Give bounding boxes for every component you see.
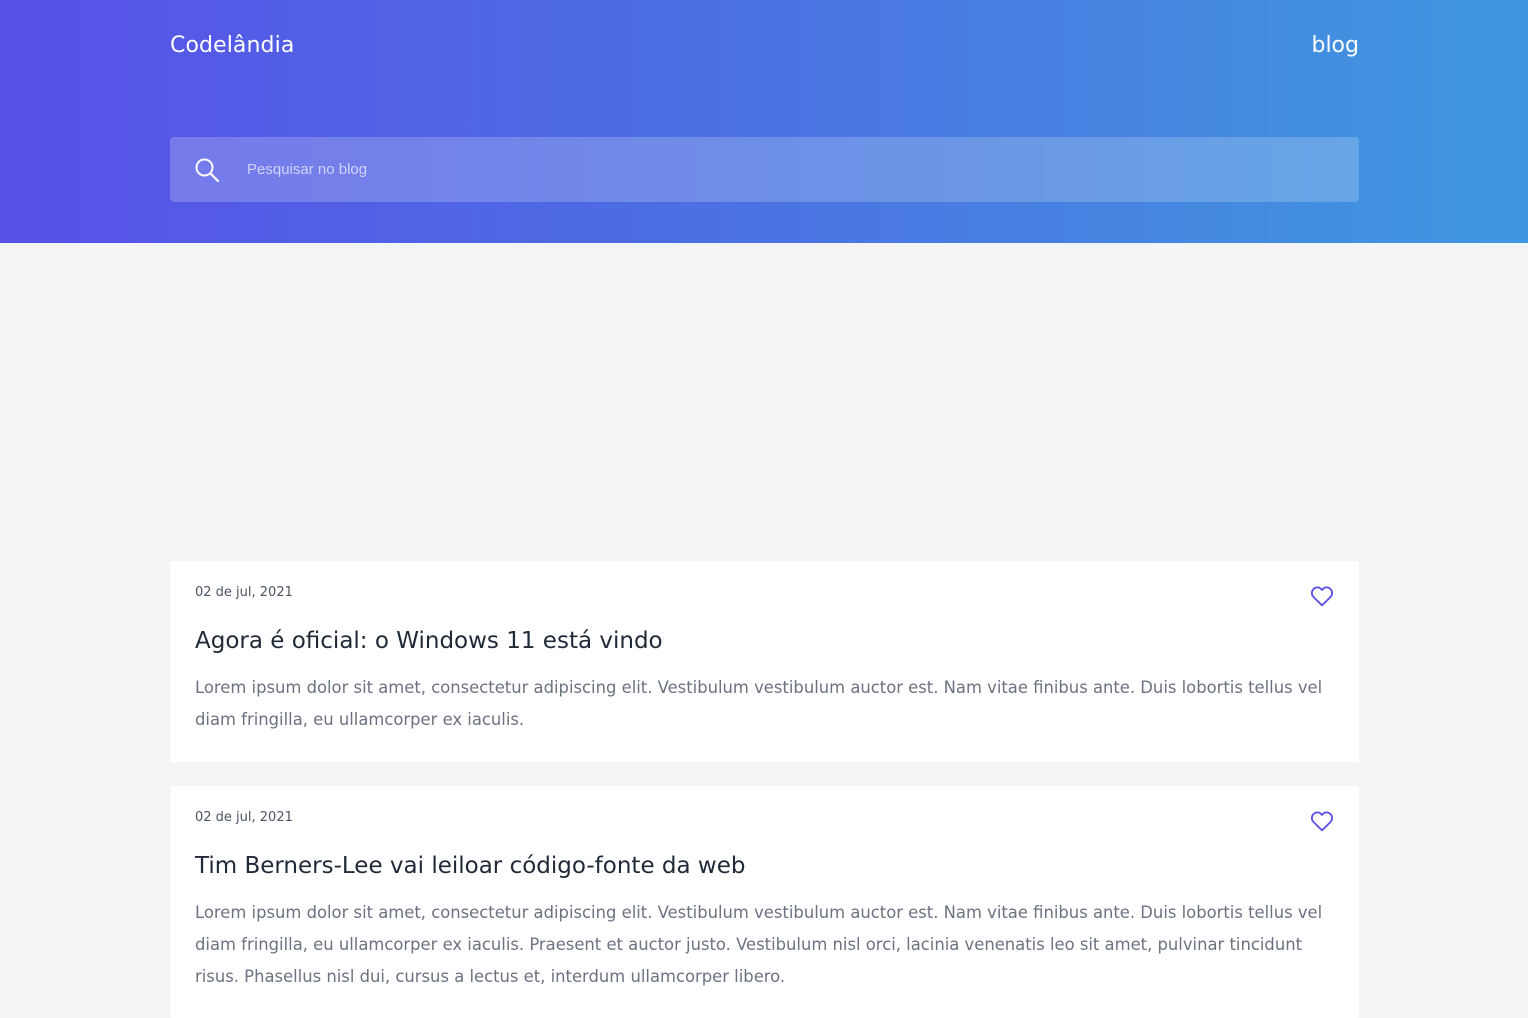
post-card[interactable]: 02 de jul, 2021 Tim Berners-Lee vai leil… (170, 786, 1359, 1018)
post-excerpt: Lorem ipsum dolor sit amet, consectetur … (195, 678, 1323, 729)
heart-icon[interactable] (1310, 585, 1334, 607)
post-title[interactable]: Tim Berners-Lee vai leiloar código-fonte… (195, 850, 745, 882)
post-card[interactable]: 02 de jul, 2021 Agora é oficial: o Windo… (170, 561, 1359, 762)
search-input[interactable] (247, 137, 1327, 202)
site-header: Codelândia blog (0, 0, 1528, 243)
heart-icon[interactable] (1310, 810, 1334, 832)
site-logo[interactable]: Codelândia (170, 32, 294, 60)
search-icon[interactable] (194, 157, 220, 183)
post-excerpt: Lorem ipsum dolor sit amet, consectetur … (195, 903, 1323, 986)
post-date: 02 de jul, 2021 (195, 585, 293, 600)
search-bar (170, 137, 1359, 202)
header-container: Codelândia blog (170, 0, 1359, 202)
post-date: 02 de jul, 2021 (195, 810, 293, 825)
post-title[interactable]: Agora é oficial: o Windows 11 está vindo (195, 625, 663, 657)
top-bar: Codelândia blog (170, 0, 1359, 95)
nav-link-blog[interactable]: blog (1311, 32, 1359, 60)
